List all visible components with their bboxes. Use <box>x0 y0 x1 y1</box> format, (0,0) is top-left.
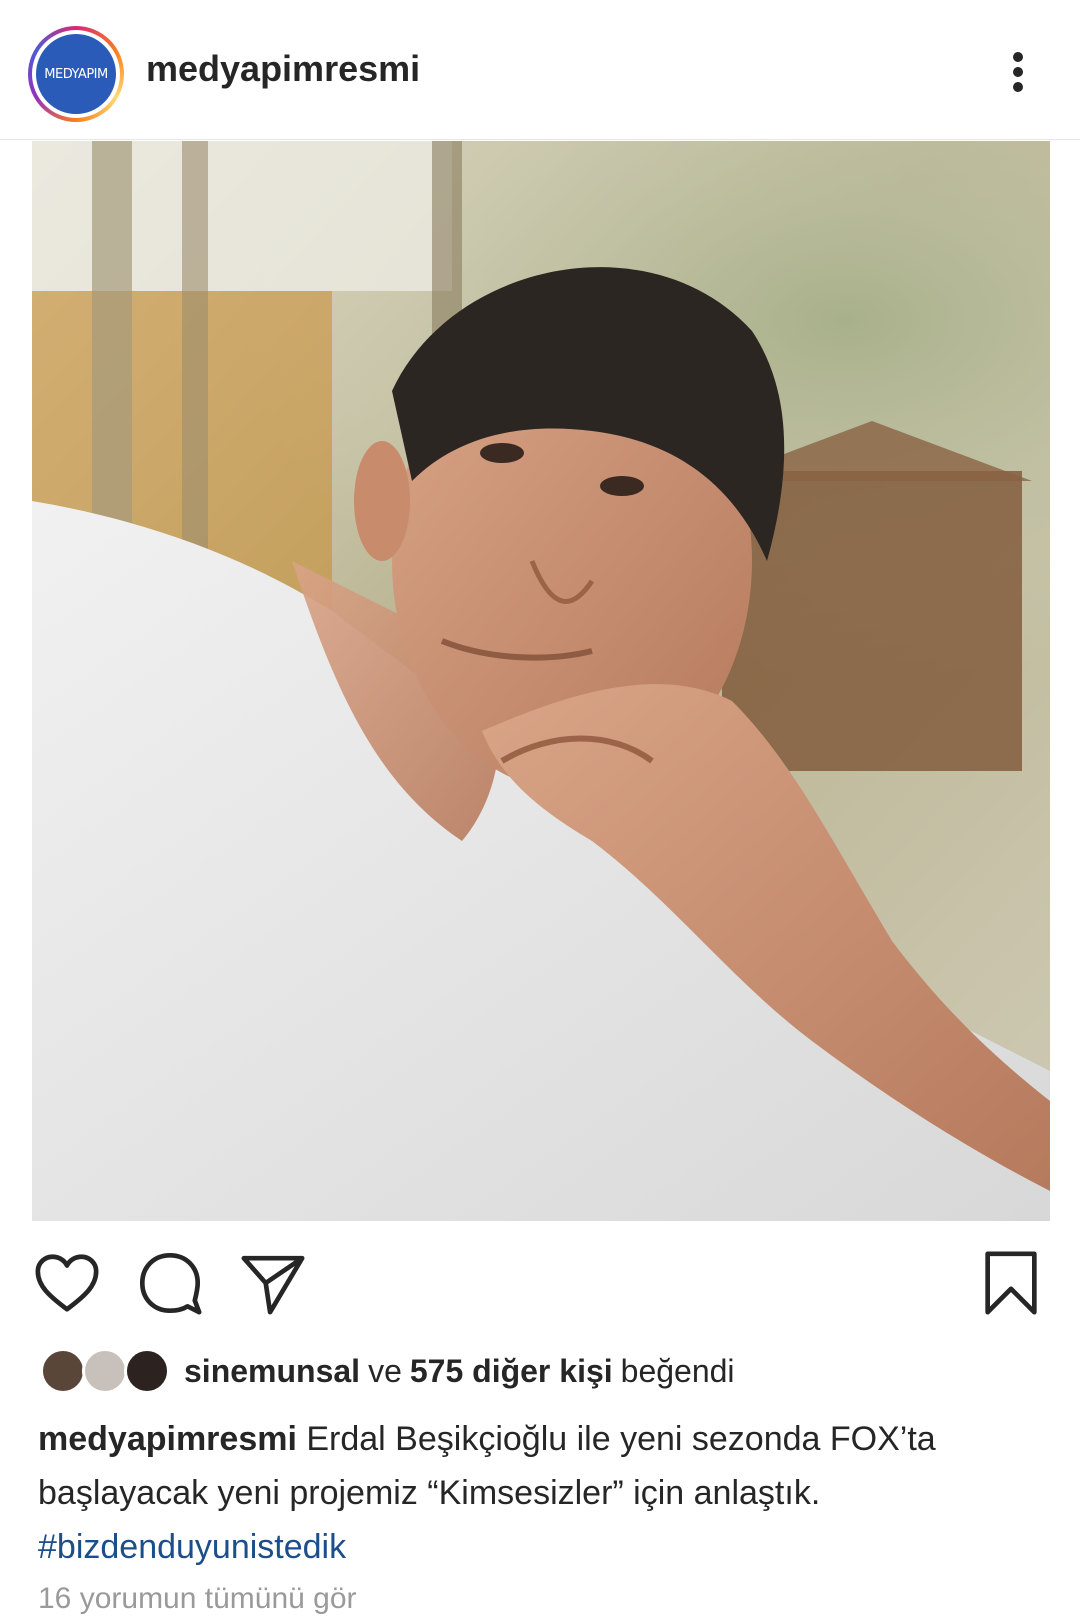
heart-icon[interactable] <box>32 1248 102 1318</box>
view-all-comments-link[interactable]: 16 yorumun tümünü gör <box>38 1582 357 1616</box>
comment-icon[interactable] <box>135 1248 205 1318</box>
liker-avatars <box>40 1346 180 1396</box>
caption-username[interactable]: medyapimresmi <box>38 1420 297 1458</box>
post-header: MEDYAPIM medyapimresmi <box>0 0 1080 140</box>
avatar-logo-text: MEDYAPIM <box>44 66 108 82</box>
story-ring[interactable]: MEDYAPIM <box>28 26 124 122</box>
likes-summary[interactable]: sinemunsal ve 575 diğer kişi beğendi <box>40 1346 743 1396</box>
liker-username[interactable]: sinemunsal <box>184 1353 360 1390</box>
post-caption: medyapimresmi Erdal Beşikçioğlu ile yeni… <box>38 1412 1048 1574</box>
bookmark-icon[interactable] <box>976 1248 1046 1318</box>
post-actions-bar <box>0 1230 1080 1330</box>
liker-avatar <box>40 1348 86 1394</box>
liker-avatar <box>124 1348 170 1394</box>
paper-plane-icon[interactable] <box>238 1248 308 1318</box>
likes-joiner: ve <box>368 1352 402 1389</box>
likes-suffix: beğendi <box>620 1352 735 1389</box>
likes-count[interactable]: 575 diğer kişi <box>410 1353 613 1390</box>
post-photo-illustration <box>32 141 1050 1221</box>
post-username[interactable]: medyapimresmi <box>146 48 420 90</box>
post-photo[interactable] <box>32 141 1050 1221</box>
liker-avatar <box>82 1348 128 1394</box>
more-options-icon[interactable] <box>1000 44 1036 100</box>
avatar[interactable]: MEDYAPIM <box>36 34 116 114</box>
caption-hashtag[interactable]: #bizdenduyunistedik <box>38 1528 346 1566</box>
